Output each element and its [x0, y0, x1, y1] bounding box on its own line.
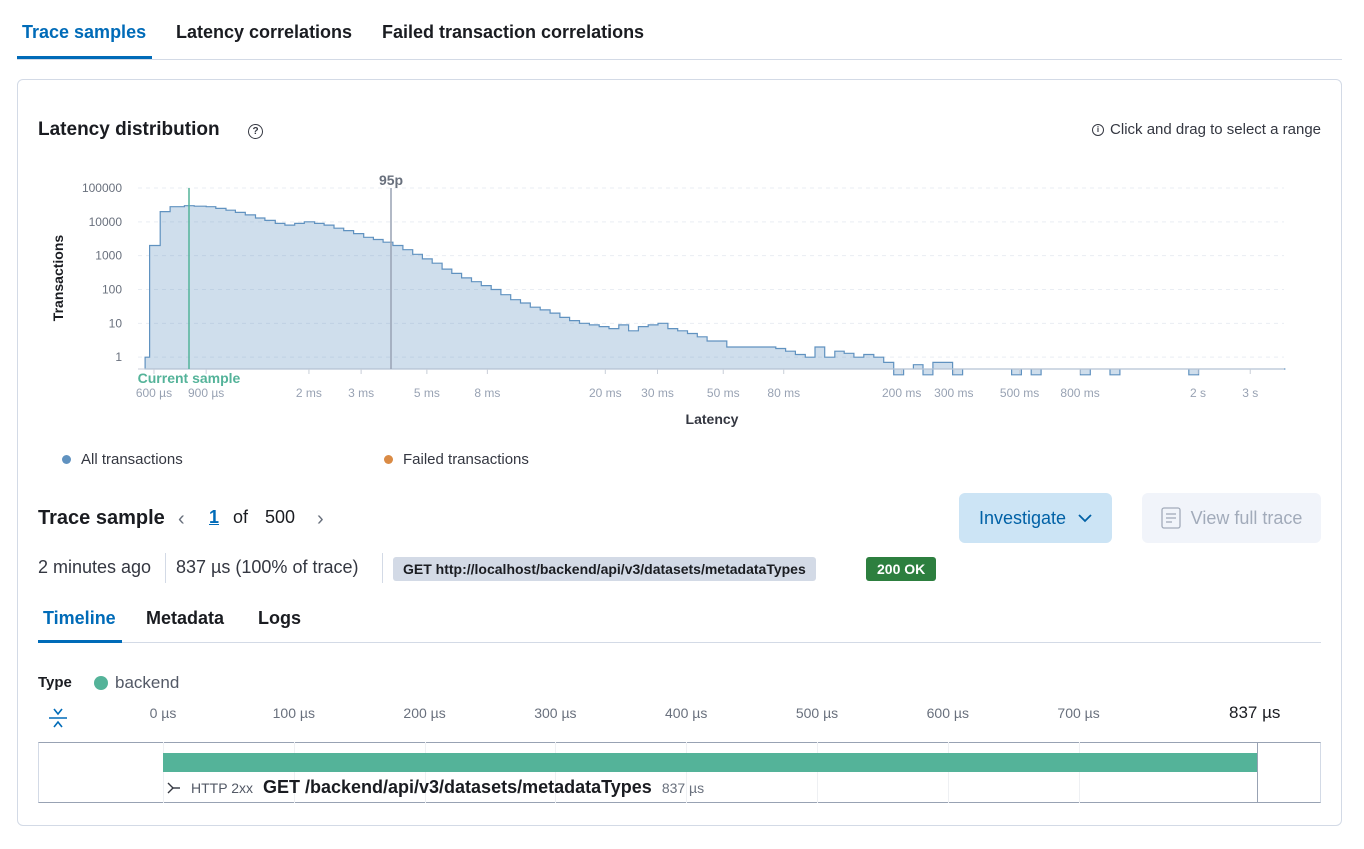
y-tick-label: 1	[115, 350, 122, 364]
y-tick-label: 10	[109, 316, 123, 330]
x-tick-label: 900 µs	[188, 386, 224, 400]
x-tick-label: 5 ms	[414, 386, 440, 400]
view-full-trace-label: View full trace	[1190, 507, 1303, 528]
x-tick-label: 500 ms	[1000, 386, 1039, 400]
status-badge: 200 OK	[866, 557, 937, 581]
percentile-label: 95p	[379, 172, 403, 188]
span-row[interactable]: HTTP 2xx GET /backend/api/v3/datasets/me…	[165, 777, 704, 798]
legend-all-transactions[interactable]: All transactions	[62, 451, 183, 468]
timeline-end-label: 837 µs	[1229, 703, 1281, 722]
timeline-tick-label: 0 µs	[149, 705, 177, 721]
timeline-tick-label: 300 µs	[534, 705, 577, 721]
timeline-tick-label: 600 µs	[926, 705, 969, 721]
x-tick-label: 8 ms	[474, 386, 500, 400]
x-tick-label: 200 ms	[882, 386, 921, 400]
x-tick-label: 3 s	[1242, 386, 1258, 400]
http-span-icon	[167, 782, 180, 793]
collapse-icon[interactable]	[47, 705, 69, 731]
latency-distribution-chart[interactable]: 100000 10000 1000 100 10 1 600 µs 900 µs 2 ms 3 …	[0, 0, 1364, 440]
type-value: backend	[115, 673, 180, 692]
separator	[165, 553, 166, 583]
timeline-gridline	[163, 742, 164, 803]
url-badge: GET http://localhost/backend/api/v3/data…	[393, 557, 816, 581]
y-tick-label: 10000	[89, 215, 123, 229]
document-icon	[1160, 507, 1181, 529]
x-tick-label: 20 ms	[589, 386, 622, 400]
page-number-link[interactable]: 1	[209, 507, 219, 527]
active-subtab-indicator	[38, 640, 122, 643]
time-ago: 2 minutes ago	[38, 557, 152, 577]
legend-failed-label: Failed transactions	[403, 451, 529, 468]
timeline-gridline	[817, 742, 818, 803]
y-tick-label: 100000	[82, 181, 122, 195]
pager-current[interactable]: 1	[209, 507, 219, 528]
pager-of: of	[233, 507, 249, 527]
x-tick-label: 50 ms	[707, 386, 740, 400]
span-duration: 837 µs	[661, 779, 705, 796]
legend-failed-transactions[interactable]: Failed transactions	[384, 451, 529, 468]
span-bar[interactable]	[163, 753, 1258, 772]
chevron-down-icon	[1078, 514, 1092, 523]
x-axis-label: Latency	[686, 411, 739, 427]
timeline-tick-label: 500 µs	[795, 705, 839, 721]
span-name: GET /backend/api/v3/datasets/metadataTyp…	[262, 777, 652, 797]
pager-total: 500	[265, 507, 296, 527]
sub-tab-bar	[38, 600, 1321, 643]
trace-duration: 837 µs (100% of trace)	[176, 557, 359, 577]
span-status: HTTP 2xx	[191, 779, 253, 796]
timeline-gridline	[1078, 742, 1080, 803]
trace-sample-title: Trace sample	[38, 507, 165, 529]
current-sample-label: Current sample	[138, 370, 241, 386]
series-area-all-transactions	[144, 205, 1286, 376]
investigate-button[interactable]: Investigate	[959, 493, 1112, 543]
chevron-right-icon[interactable]: ›	[317, 508, 324, 531]
x-tick-label: 80 ms	[767, 386, 800, 400]
timeline-tick-label: 400 µs	[665, 705, 708, 721]
type-color-dot	[94, 676, 108, 690]
y-axis-label: Transactions	[50, 235, 66, 322]
x-tick-label: 3 ms	[348, 386, 374, 400]
timeline-tick-label: 100 µs	[272, 705, 315, 721]
timeline-tick-label: 700 µs	[1057, 705, 1100, 721]
type-label: Type	[38, 674, 72, 691]
x-tick-label: 2 ms	[296, 386, 322, 400]
view-full-trace-button[interactable]: View full trace	[1142, 493, 1321, 543]
x-tick-label: 2 s	[1190, 386, 1206, 400]
investigate-label: Investigate	[978, 507, 1067, 528]
tab-timeline[interactable]: Timeline	[43, 608, 116, 629]
y-tick-label: 100	[102, 282, 122, 296]
legend-all-label: All transactions	[81, 451, 183, 468]
x-tick-label: 30 ms	[641, 386, 674, 400]
span-end-line	[1257, 742, 1258, 803]
x-tick-label: 800 ms	[1060, 386, 1099, 400]
tab-logs[interactable]: Logs	[258, 608, 301, 629]
y-tick-label: 1000	[95, 249, 122, 263]
separator	[382, 553, 383, 583]
x-tick-label: 300 ms	[934, 386, 973, 400]
legend-dot-blue	[62, 455, 71, 464]
timeline-tick-label: 200 µs	[403, 705, 446, 721]
legend-dot-orange	[384, 455, 393, 464]
timeline-gridline	[947, 742, 949, 803]
tab-metadata[interactable]: Metadata	[146, 608, 224, 629]
x-tick-label: 600 µs	[136, 386, 172, 400]
chevron-left-icon[interactable]: ‹	[178, 508, 185, 531]
